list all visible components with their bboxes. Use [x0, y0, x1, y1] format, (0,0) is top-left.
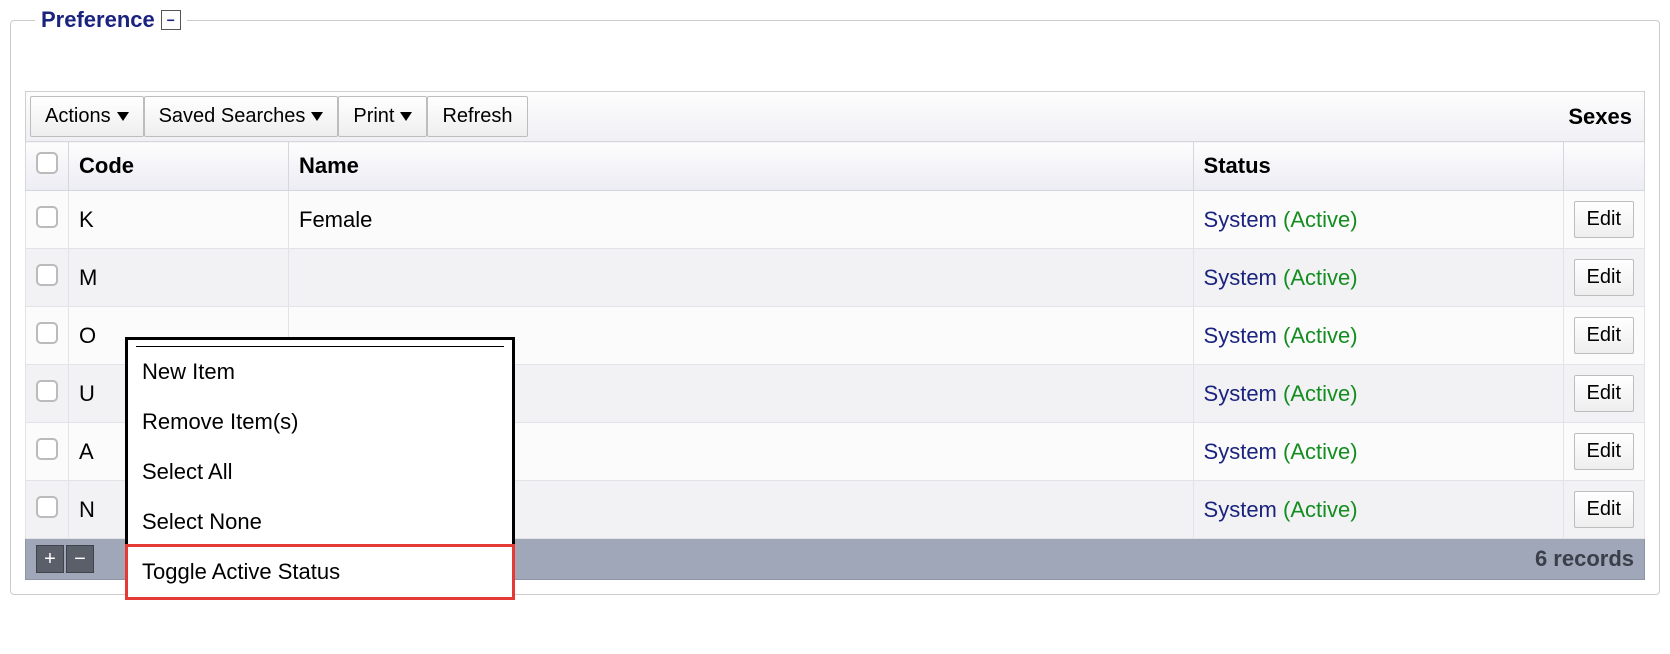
- status-system: System: [1204, 439, 1277, 464]
- context-menu-item[interactable]: Select All: [128, 447, 512, 497]
- saved-searches-dropdown[interactable]: Saved Searches: [144, 96, 339, 137]
- collapse-button[interactable]: −: [161, 10, 181, 30]
- context-menu-item[interactable]: Remove Item(s): [128, 397, 512, 447]
- row-checkbox[interactable]: [36, 496, 58, 518]
- row-name: [289, 249, 1194, 307]
- context-menu-item[interactable]: Toggle Active Status: [125, 544, 515, 600]
- edit-button[interactable]: Edit: [1574, 375, 1634, 412]
- edit-button[interactable]: Edit: [1574, 317, 1634, 354]
- row-status: System (Active): [1193, 191, 1563, 249]
- status-system: System: [1204, 323, 1277, 348]
- status-system: System: [1204, 207, 1277, 232]
- refresh-label: Refresh: [442, 105, 512, 128]
- panel-title: Preference: [41, 7, 155, 33]
- row-checkbox[interactable]: [36, 380, 58, 402]
- status-active: (Active): [1283, 439, 1358, 464]
- toolbar-title: Sexes: [1568, 104, 1632, 130]
- row-name: Female: [289, 191, 1194, 249]
- table-row[interactable]: KFemaleSystem (Active)Edit: [26, 191, 1645, 249]
- caret-down-icon: [311, 112, 323, 121]
- row-status: System (Active): [1193, 249, 1563, 307]
- print-label: Print: [353, 105, 394, 128]
- header-name[interactable]: Name: [289, 142, 1194, 191]
- row-code: M: [69, 249, 289, 307]
- table-row[interactable]: M System (Active) Edit: [26, 249, 1645, 307]
- row-code: K: [69, 191, 289, 249]
- status-system: System: [1204, 497, 1277, 522]
- status-active: (Active): [1283, 497, 1358, 522]
- context-menu-item[interactable]: New Item: [128, 347, 512, 397]
- status-active: (Active): [1283, 381, 1358, 406]
- row-status: System (Active): [1193, 423, 1563, 481]
- toolbar: Actions Saved Searches Print Refresh Sex…: [25, 91, 1645, 141]
- preference-panel: Preference − Actions Saved Searches Prin…: [10, 20, 1660, 595]
- row-checkbox[interactable]: [36, 206, 58, 228]
- edit-button[interactable]: Edit: [1574, 433, 1634, 470]
- row-checkbox[interactable]: [36, 322, 58, 344]
- actions-dropdown[interactable]: Actions: [30, 96, 144, 137]
- saved-searches-label: Saved Searches: [159, 105, 306, 128]
- header-checkbox-cell: [26, 142, 69, 191]
- records-count: 6 records: [1535, 546, 1634, 572]
- edit-button[interactable]: Edit: [1574, 259, 1634, 296]
- add-item-button[interactable]: +: [36, 545, 64, 573]
- select-all-checkbox[interactable]: [36, 152, 58, 174]
- row-checkbox[interactable]: [36, 264, 58, 286]
- status-system: System: [1204, 265, 1277, 290]
- print-dropdown[interactable]: Print: [338, 96, 427, 137]
- footer-left: + −: [36, 545, 94, 573]
- remove-item-button[interactable]: −: [66, 545, 94, 573]
- context-menu-item[interactable]: Select None: [128, 497, 512, 547]
- toolbar-left: Actions Saved Searches Print Refresh: [30, 96, 528, 137]
- header-status[interactable]: Status: [1193, 142, 1563, 191]
- refresh-button[interactable]: Refresh: [427, 96, 527, 137]
- panel-title-wrap: Preference −: [35, 7, 187, 33]
- status-active: (Active): [1283, 207, 1358, 232]
- caret-down-icon: [400, 112, 412, 121]
- edit-button[interactable]: Edit: [1574, 201, 1634, 238]
- table-header-row: Code Name Status: [26, 142, 1645, 191]
- actions-label: Actions: [45, 105, 111, 128]
- row-status: System (Active): [1193, 365, 1563, 423]
- status-system: System: [1204, 381, 1277, 406]
- header-code[interactable]: Code: [69, 142, 289, 191]
- row-status: System (Active): [1193, 481, 1563, 539]
- edit-button[interactable]: Edit: [1574, 491, 1634, 528]
- status-active: (Active): [1283, 265, 1358, 290]
- actions-context-menu: New ItemRemove Item(s)Select AllSelect N…: [125, 337, 515, 600]
- row-checkbox[interactable]: [36, 438, 58, 460]
- caret-down-icon: [117, 112, 129, 121]
- row-status: System (Active): [1193, 307, 1563, 365]
- header-edit: [1563, 142, 1644, 191]
- status-active: (Active): [1283, 323, 1358, 348]
